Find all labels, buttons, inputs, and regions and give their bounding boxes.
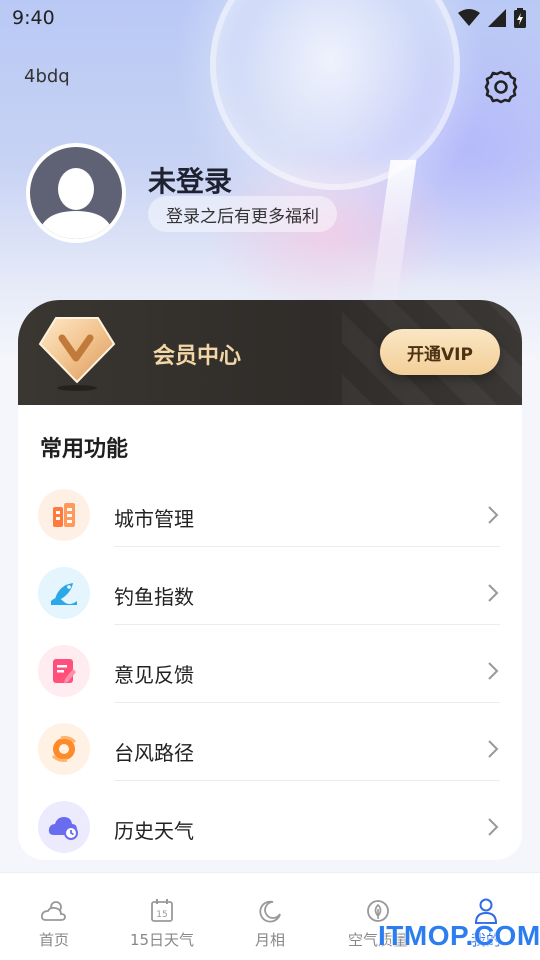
- user-name[interactable]: 未登录: [148, 160, 232, 200]
- tab-home[interactable]: 首页: [0, 873, 108, 950]
- chevron-right-icon: [488, 584, 499, 602]
- list-item-label: 台风路径: [114, 741, 194, 765]
- avatar[interactable]: [26, 143, 126, 243]
- typhoon-icon: [38, 723, 90, 775]
- wifi-icon: [458, 9, 480, 26]
- watermark: ITMOP.COM: [378, 920, 540, 951]
- chevron-right-icon: [488, 740, 499, 758]
- moon-icon: [256, 897, 284, 925]
- common-functions-card: 常用功能 城市管理 钓鱼指数 意见反馈 台风路径 历史天气: [18, 405, 522, 860]
- header-text: 4bdq: [24, 66, 70, 87]
- status-icons: [458, 8, 526, 28]
- list-item-history-weather[interactable]: 历史天气: [18, 781, 522, 859]
- list-item-city-management[interactable]: 城市管理: [18, 469, 522, 547]
- cell-signal-icon: [488, 9, 506, 27]
- open-vip-button[interactable]: 开通VIP: [380, 329, 500, 375]
- fishing-icon: [38, 567, 90, 619]
- tab-label: 月相: [254, 931, 285, 949]
- gear-icon: [484, 70, 518, 104]
- vip-title: 会员中心: [153, 344, 242, 369]
- list-item-label: 城市管理: [114, 507, 194, 531]
- history-weather-icon: [38, 801, 90, 853]
- login-hint-pill[interactable]: 登录之后有更多福利: [148, 196, 337, 232]
- tab-15day-weather[interactable]: 15 15日天气: [108, 873, 216, 950]
- chevron-right-icon: [488, 506, 499, 524]
- tab-label: 15日天气: [129, 931, 195, 949]
- settings-button[interactable]: [482, 68, 520, 106]
- weather-home-icon: [40, 897, 68, 925]
- battery-icon: [514, 8, 526, 28]
- list-item-label: 意见反馈: [114, 663, 194, 687]
- function-list: 城市管理 钓鱼指数 意见反馈 台风路径 历史天气: [18, 469, 522, 859]
- list-item-label: 历史天气: [114, 819, 194, 843]
- city-building-icon: [38, 489, 90, 541]
- svg-text:15: 15: [156, 910, 167, 920]
- tab-moon-phase[interactable]: 月相: [216, 873, 324, 950]
- calendar-15-icon: 15: [148, 897, 176, 925]
- chevron-right-icon: [488, 818, 499, 836]
- tab-label: 首页: [38, 931, 69, 949]
- section-title: 常用功能: [40, 437, 129, 462]
- feedback-icon: [38, 645, 90, 697]
- status-bar: 9:40: [0, 0, 540, 36]
- list-item-typhoon-path[interactable]: 台风路径: [18, 703, 522, 781]
- chevron-right-icon: [488, 662, 499, 680]
- list-item-feedback[interactable]: 意见反馈: [18, 625, 522, 703]
- vip-badge-icon: [38, 317, 116, 391]
- list-item-label: 钓鱼指数: [114, 585, 194, 609]
- default-avatar-icon: [38, 168, 114, 239]
- status-time: 9:40: [12, 7, 55, 29]
- list-item-fishing-index[interactable]: 钓鱼指数: [18, 547, 522, 625]
- vip-center-card[interactable]: 会员中心 开通VIP: [18, 300, 522, 405]
